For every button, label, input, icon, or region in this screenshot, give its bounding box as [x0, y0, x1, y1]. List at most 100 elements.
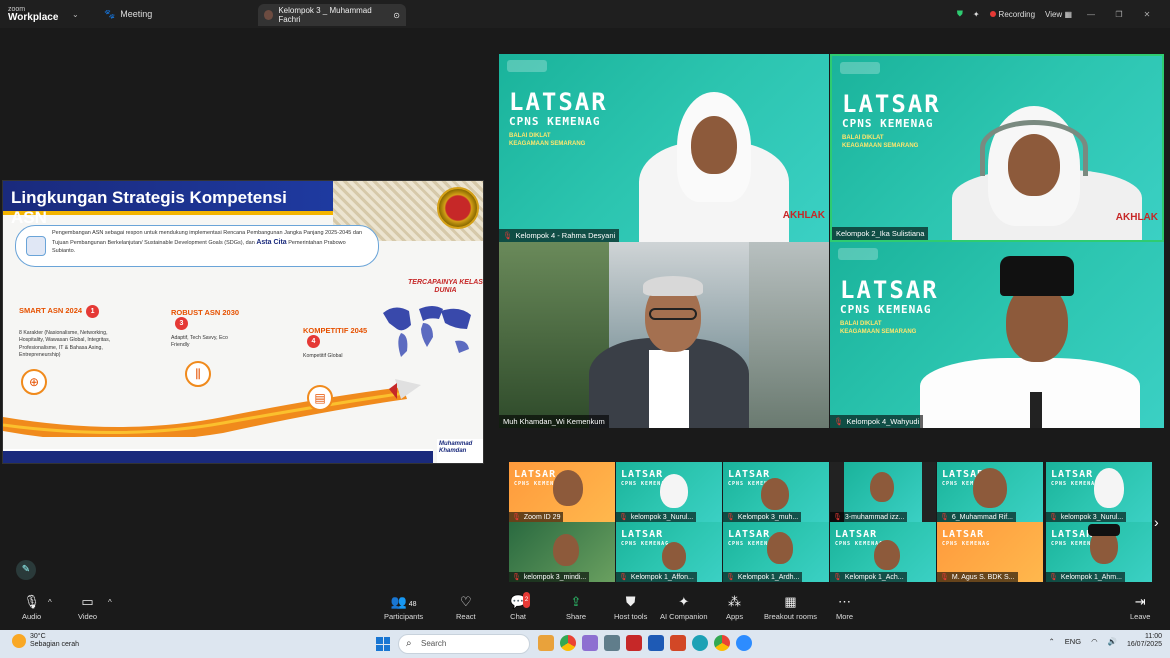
shield-icon: ⛊	[625, 594, 636, 609]
wifi-icon[interactable]: ◠	[1091, 637, 1098, 646]
participant-name-label: Kelompok 2_Ika Sulistiana	[836, 229, 925, 238]
language-indicator[interactable]: ENG	[1065, 637, 1081, 646]
video-tile[interactable]: LATSAR CPNS KEMENAG BALAI DIKLAT KEAGAMA…	[830, 242, 1164, 428]
windows-start-icon[interactable]	[376, 637, 390, 651]
brand-main: Workplace	[8, 11, 59, 23]
progress-swoosh	[3, 379, 421, 437]
close-icon[interactable]: ✕	[1138, 10, 1156, 19]
share-button[interactable]: ⇪ Share	[566, 594, 586, 621]
chrome-icon[interactable]	[714, 635, 730, 651]
gallery-tile[interactable]: 🎙 kelompok 3_mindi...	[509, 522, 615, 582]
record-dot-icon	[989, 10, 996, 17]
gallery-tile[interactable]: LATSAR CPNS KEMENAG 🎙 kelompok 3_Nurul...	[616, 462, 722, 522]
milestone-smart-asn: SMART ASN 2024 1	[19, 305, 100, 318]
leave-button[interactable]: ⇥ Leave	[1130, 594, 1150, 621]
participant-face	[553, 470, 583, 506]
chrome-icon[interactable]	[560, 635, 576, 651]
participant-face	[662, 542, 686, 570]
latsar-title: LATSAR	[621, 529, 664, 540]
audio-options-icon[interactable]: ^	[48, 598, 52, 607]
latsar-org: BALAI DIKLAT KEAGAMAAN SEMARANG	[840, 321, 917, 335]
participant-face	[870, 472, 894, 502]
participant-name-label: kelompok 3_mindi...	[523, 574, 587, 581]
goal-text: TERCAPAINYA KELAS DUNIA	[408, 279, 483, 294]
annotate-pencil-icon[interactable]: ✎	[16, 560, 36, 580]
gallery-tile[interactable]: LATSAR CPNS KEMENAG 🎙 Kelompok 1_Ach...	[830, 522, 936, 582]
video-tile[interactable]: LATSAR CPNS KEMENAG BALAI DIKLAT KEAGAMA…	[499, 54, 829, 242]
minimize-icon[interactable]: —	[1082, 10, 1100, 19]
participant-name-label: 6_Muhammad Rif...	[951, 514, 1013, 521]
zoom-workplace-logo[interactable]: zoom Workplace	[0, 6, 72, 23]
edge-icon[interactable]	[692, 635, 708, 651]
meeting-window-tab[interactable]: Kelompok 3 _ Muhammad Fachri ⊙	[258, 4, 406, 26]
share-label: Share	[566, 612, 587, 621]
participant-name-label: Kelompok 1_Ahm...	[1060, 574, 1122, 581]
view-button[interactable]: View ▦	[1045, 10, 1072, 19]
gallery-tile[interactable]: LATSAR CPNS KEMENAG 🎙 Zoom ID 29	[509, 462, 615, 522]
participant-name-label: 3-muhammad izz...	[844, 514, 905, 521]
word-icon[interactable]	[648, 635, 664, 651]
paw-icon: 🐾	[104, 8, 116, 19]
chevron-down-icon[interactable]: ⌄	[72, 10, 96, 19]
sparkle-icon[interactable]: ✦	[973, 10, 980, 19]
shield-icon[interactable]: ⛊	[957, 9, 963, 19]
powerpoint-icon[interactable]	[670, 635, 686, 651]
apps-button[interactable]: ⁂ Apps	[726, 594, 743, 621]
maximize-icon[interactable]: ❐	[1110, 10, 1128, 19]
gallery-tile[interactable]: LATSAR CPNS KEMENAG 🎙 M. Agus S. BDK S...	[937, 522, 1043, 582]
heart-icon: ♡	[459, 594, 472, 609]
breakout-rooms-button[interactable]: ▦ Breakout rooms	[764, 594, 817, 621]
clock[interactable]: 11:00 16/07/2025	[1127, 633, 1162, 650]
temperature: 30°C	[30, 633, 46, 640]
participant-name: 🎙 kelompok 3_Nurul...	[616, 512, 697, 522]
chevron-up-icon[interactable]: ⌃	[1049, 637, 1055, 646]
app-icon[interactable]	[582, 635, 598, 651]
host-tools-button[interactable]: ⛊ Host tools	[614, 594, 647, 621]
participants-button[interactable]: 👥 48 Participants	[384, 594, 423, 621]
latsar-title: LATSAR	[509, 88, 608, 116]
meeting-label: Meeting	[120, 9, 153, 19]
audio-button[interactable]: 🎙 Audio	[22, 594, 41, 621]
chat-button[interactable]: 💬 2 Chat	[510, 592, 531, 621]
apps-icon: ⁂	[728, 594, 742, 609]
gallery-tile[interactable]: 🎙 3-muhammad izz...	[830, 462, 936, 522]
next-page-icon[interactable]: ›	[1154, 514, 1159, 530]
milestone-desc: 8 Karakter (Nasionalisme, Networking, Ho…	[19, 330, 111, 358]
more-button[interactable]: ⋯ More	[836, 594, 853, 621]
video-tile[interactable]: Muh Khamdan_Wi Kemenkum	[499, 242, 829, 428]
latsar-subtitle: CPNS KEMENAG	[1051, 481, 1100, 487]
gallery-tile[interactable]: LATSAR CPNS KEMENAG 🎙 Kelompok 3_muh...	[723, 462, 829, 522]
mic-muted-icon: 🎙	[619, 574, 628, 581]
gallery-tile[interactable]: LATSAR CPNS KEMENAG 🎙 Kelompok 1_Affon...	[616, 522, 722, 582]
gallery-tile[interactable]: LATSAR CPNS KEMENAG 🎙 kelompok 3_Nurul...	[1046, 462, 1152, 522]
ai-companion-button[interactable]: ✦ AI Companion	[660, 594, 708, 621]
pdf-icon[interactable]	[626, 635, 642, 651]
latsar-subtitle: CPNS KEMENAG	[509, 115, 601, 128]
video-button[interactable]: ▭ Video	[78, 594, 97, 621]
file-explorer-icon[interactable]	[538, 635, 554, 651]
mic-muted-icon: 🎙	[512, 574, 521, 581]
share-screen-icon: ⇪	[570, 594, 582, 609]
react-button[interactable]: ♡ React	[456, 594, 476, 621]
video-tile-active-speaker[interactable]: LATSAR CPNS KEMENAG BALAI DIKLAT KEAGAMA…	[830, 54, 1164, 242]
taskbar-search[interactable]: ⌕ Search	[398, 634, 530, 654]
recording-indicator[interactable]: Recording	[989, 10, 1035, 19]
target-icon: ⊕	[21, 369, 47, 395]
mic-muted-icon: 🎙	[940, 574, 949, 581]
more-icon[interactable]: ⊙	[393, 11, 400, 20]
gallery-tile[interactable]: LATSAR CPNS KEMENAG 🎙 Kelompok 1_Ahm...	[1046, 522, 1152, 582]
zoom-icon[interactable]	[736, 635, 752, 651]
calculator-icon[interactable]	[604, 635, 620, 651]
shared-screen-slide: Lingkungan Strategis Kompetensi ASN Peng…	[2, 180, 484, 464]
gallery-tile[interactable]: LATSAR CPNS KEMENAG 🎙 6_Muhammad Rif...	[937, 462, 1043, 522]
weather-widget[interactable]: 30°C Sebagian cerah	[12, 633, 79, 649]
volume-icon[interactable]: 🔊	[1108, 637, 1117, 646]
slide-title: Lingkungan Strategis Kompetensi ASN	[3, 181, 333, 227]
meeting-tab[interactable]: 🐾 Meeting	[96, 9, 246, 20]
participant-name-label: M. Agus S. BDK S...	[951, 574, 1015, 581]
video-options-icon[interactable]: ^	[108, 598, 112, 607]
medal-logo	[437, 187, 479, 229]
gallery-tile[interactable]: LATSAR CPNS KEMENAG 🎙 Kelompok 1_Ardh...	[723, 522, 829, 582]
slide-info-box: Pengembangan ASN sebagai respon untuk me…	[15, 225, 379, 267]
chat-badge: 2	[522, 592, 531, 608]
